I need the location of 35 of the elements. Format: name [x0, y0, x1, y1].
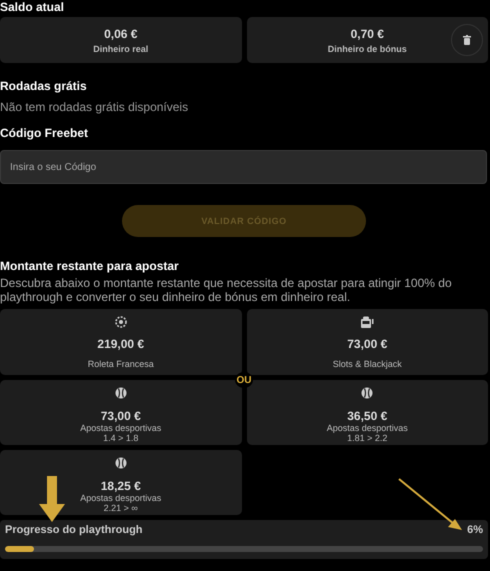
annotation-arrow	[398, 478, 462, 530]
wager-label: Roleta Francesa	[88, 359, 154, 369]
ball-icon	[114, 387, 127, 399]
slot-machine-icon	[360, 316, 374, 328]
section-heading: Montante restante para apostar	[0, 259, 180, 273]
progress-title: Progresso do playthrough	[5, 524, 143, 536]
roulette-icon	[114, 316, 127, 328]
odds-range: 2.21 > ∞	[104, 503, 138, 513]
section-heading: Código Freebet	[0, 126, 90, 140]
wager-amount: 36,50 €	[347, 409, 388, 423]
wager-amount: 73,00 €	[347, 337, 388, 351]
ball-icon	[361, 387, 374, 399]
down-arrow-icon	[39, 476, 65, 522]
balance-label: Dinheiro de bónus	[328, 44, 407, 54]
delete-button[interactable]	[451, 24, 483, 56]
odds-range: 1.81 > 2.2	[347, 433, 388, 443]
wager-label: Slots & Blackjack	[332, 359, 402, 369]
trash-icon	[463, 35, 471, 45]
section-heading: Rodadas grátis	[0, 79, 88, 93]
wager-label: Apostas desportivas	[326, 423, 408, 433]
balance-amount: 0,06 €	[104, 26, 138, 40]
code-input-field[interactable]: Insira o seu Código	[0, 150, 487, 184]
wager-amount: 18,25 €	[100, 479, 141, 493]
wager-label: Apostas desportivas	[80, 423, 162, 433]
description-text: Descubra abaixo o montante restante que necessita de apostar para atingir 100% do playthrough e converter o seu dinheiro de bónus em dinheiro real.	[0, 276, 453, 304]
odds-range: 1.4 > 1.8	[103, 433, 138, 443]
wager-amount: 219,00 €	[97, 337, 144, 351]
wager-amount: 73,00 €	[100, 409, 141, 423]
balance-amount: 0,70 €	[350, 26, 384, 40]
wager-label: Apostas desportivas	[80, 493, 162, 503]
empty-message: Não tem rodadas grátis disponíveis	[0, 100, 190, 114]
progress-percent: 6%	[467, 524, 483, 536]
balance-label: Dinheiro real	[93, 44, 148, 54]
ball-icon	[114, 457, 127, 469]
section-heading: Saldo atual	[0, 0, 66, 14]
